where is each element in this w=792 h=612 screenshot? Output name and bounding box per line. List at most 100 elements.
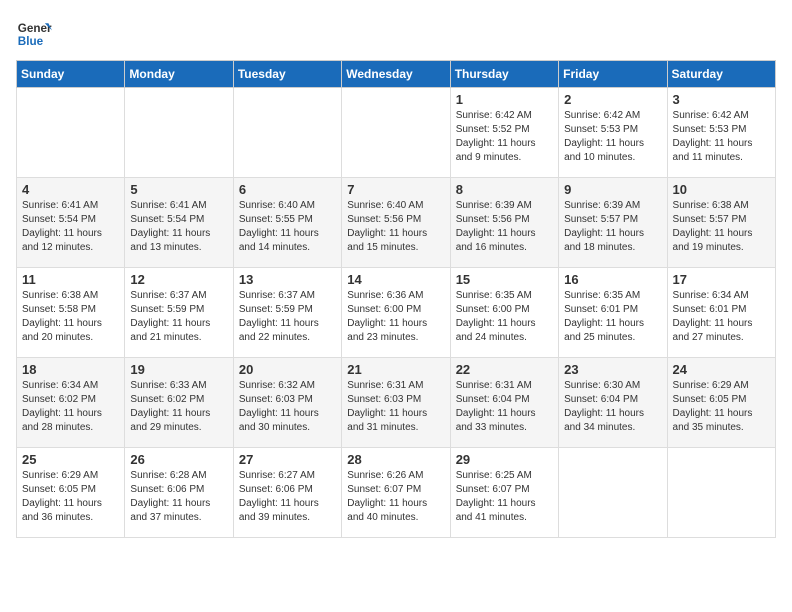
day-number: 1 bbox=[456, 92, 553, 107]
day-info: Sunrise: 6:25 AM Sunset: 6:07 PM Dayligh… bbox=[456, 469, 553, 525]
calendar-cell: 28 Sunrise: 6:26 AM Sunset: 6:07 PM Dayli… bbox=[342, 448, 450, 538]
day-number: 25 bbox=[22, 452, 119, 467]
header-sunday: Sunday bbox=[17, 61, 125, 88]
day-number: 14 bbox=[347, 272, 444, 287]
day-number: 21 bbox=[347, 362, 444, 377]
day-info: Sunrise: 6:33 AM Sunset: 6:02 PM Dayligh… bbox=[130, 379, 227, 435]
day-info: Sunrise: 6:42 AM Sunset: 5:53 PM Dayligh… bbox=[673, 109, 770, 165]
day-info: Sunrise: 6:26 AM Sunset: 6:07 PM Dayligh… bbox=[347, 469, 444, 525]
logo: General Blue bbox=[16, 16, 52, 52]
day-info: Sunrise: 6:39 AM Sunset: 5:56 PM Dayligh… bbox=[456, 199, 553, 255]
day-info: Sunrise: 6:31 AM Sunset: 6:04 PM Dayligh… bbox=[456, 379, 553, 435]
calendar-cell: 3 Sunrise: 6:42 AM Sunset: 5:53 PM Daylig… bbox=[667, 88, 775, 178]
calendar-cell: 14 Sunrise: 6:36 AM Sunset: 6:00 PM Dayli… bbox=[342, 268, 450, 358]
calendar-week-row: 11 Sunrise: 6:38 AM Sunset: 5:58 PM Dayli… bbox=[17, 268, 776, 358]
calendar-cell: 17 Sunrise: 6:34 AM Sunset: 6:01 PM Dayli… bbox=[667, 268, 775, 358]
calendar-table: Sunday Monday Tuesday Wednesday Thursday… bbox=[16, 60, 776, 538]
day-number: 5 bbox=[130, 182, 227, 197]
day-info: Sunrise: 6:32 AM Sunset: 6:03 PM Dayligh… bbox=[239, 379, 336, 435]
header-monday: Monday bbox=[125, 61, 233, 88]
calendar-cell bbox=[233, 88, 341, 178]
day-number: 9 bbox=[564, 182, 661, 197]
day-info: Sunrise: 6:27 AM Sunset: 6:06 PM Dayligh… bbox=[239, 469, 336, 525]
calendar-cell: 15Sunrise: 6:35 AM Sunset: 6:00 PM Dayli… bbox=[450, 268, 558, 358]
day-number: 16 bbox=[564, 272, 661, 287]
calendar-cell: 29 Sunrise: 6:25 AM Sunset: 6:07 PM Dayli… bbox=[450, 448, 558, 538]
calendar-cell: 1 Sunrise: 6:42 AM Sunset: 5:52 PM Daylig… bbox=[450, 88, 558, 178]
day-info: Sunrise: 6:34 AM Sunset: 6:01 PM Dayligh… bbox=[673, 289, 770, 345]
calendar-cell: 8Sunrise: 6:39 AM Sunset: 5:56 PM Daylig… bbox=[450, 178, 558, 268]
day-number: 7 bbox=[347, 182, 444, 197]
header-saturday: Saturday bbox=[667, 61, 775, 88]
day-info: Sunrise: 6:35 AM Sunset: 6:00 PM Dayligh… bbox=[456, 289, 553, 345]
calendar-cell: 2 Sunrise: 6:42 AM Sunset: 5:53 PM Daylig… bbox=[559, 88, 667, 178]
calendar-week-row: 1 Sunrise: 6:42 AM Sunset: 5:52 PM Daylig… bbox=[17, 88, 776, 178]
calendar-cell: 26Sunrise: 6:28 AM Sunset: 6:06 PM Dayli… bbox=[125, 448, 233, 538]
header-friday: Friday bbox=[559, 61, 667, 88]
calendar-cell: 22Sunrise: 6:31 AM Sunset: 6:04 PM Dayli… bbox=[450, 358, 558, 448]
header-thursday: Thursday bbox=[450, 61, 558, 88]
calendar-cell: 4 Sunrise: 6:41 AM Sunset: 5:54 PM Daylig… bbox=[17, 178, 125, 268]
day-info: Sunrise: 6:29 AM Sunset: 6:05 PM Dayligh… bbox=[673, 379, 770, 435]
day-number: 2 bbox=[564, 92, 661, 107]
calendar-cell bbox=[342, 88, 450, 178]
day-number: 4 bbox=[22, 182, 119, 197]
calendar-cell bbox=[559, 448, 667, 538]
calendar-cell: 19 Sunrise: 6:33 AM Sunset: 6:02 PM Dayli… bbox=[125, 358, 233, 448]
calendar-cell: 11 Sunrise: 6:38 AM Sunset: 5:58 PM Dayli… bbox=[17, 268, 125, 358]
calendar-cell: 7 Sunrise: 6:40 AM Sunset: 5:56 PM Daylig… bbox=[342, 178, 450, 268]
calendar-header-row: Sunday Monday Tuesday Wednesday Thursday… bbox=[17, 61, 776, 88]
calendar-cell: 9 Sunrise: 6:39 AM Sunset: 5:57 PM Daylig… bbox=[559, 178, 667, 268]
day-number: 19 bbox=[130, 362, 227, 377]
calendar-cell: 10Sunrise: 6:38 AM Sunset: 5:57 PM Dayli… bbox=[667, 178, 775, 268]
header-wednesday: Wednesday bbox=[342, 61, 450, 88]
calendar-week-row: 4 Sunrise: 6:41 AM Sunset: 5:54 PM Daylig… bbox=[17, 178, 776, 268]
day-number: 26 bbox=[130, 452, 227, 467]
day-info: Sunrise: 6:35 AM Sunset: 6:01 PM Dayligh… bbox=[564, 289, 661, 345]
day-info: Sunrise: 6:41 AM Sunset: 5:54 PM Dayligh… bbox=[130, 199, 227, 255]
calendar-cell: 6 Sunrise: 6:40 AM Sunset: 5:55 PM Daylig… bbox=[233, 178, 341, 268]
day-number: 12 bbox=[130, 272, 227, 287]
day-number: 28 bbox=[347, 452, 444, 467]
calendar-cell: 24 Sunrise: 6:29 AM Sunset: 6:05 PM Dayli… bbox=[667, 358, 775, 448]
calendar-cell: 18 Sunrise: 6:34 AM Sunset: 6:02 PM Dayli… bbox=[17, 358, 125, 448]
day-number: 10 bbox=[673, 182, 770, 197]
day-info: Sunrise: 6:39 AM Sunset: 5:57 PM Dayligh… bbox=[564, 199, 661, 255]
day-info: Sunrise: 6:42 AM Sunset: 5:52 PM Dayligh… bbox=[456, 109, 553, 165]
day-info: Sunrise: 6:38 AM Sunset: 5:58 PM Dayligh… bbox=[22, 289, 119, 345]
day-info: Sunrise: 6:40 AM Sunset: 5:56 PM Dayligh… bbox=[347, 199, 444, 255]
calendar-cell bbox=[667, 448, 775, 538]
day-info: Sunrise: 6:29 AM Sunset: 6:05 PM Dayligh… bbox=[22, 469, 119, 525]
day-number: 23 bbox=[564, 362, 661, 377]
calendar-week-row: 18 Sunrise: 6:34 AM Sunset: 6:02 PM Dayli… bbox=[17, 358, 776, 448]
calendar-cell bbox=[17, 88, 125, 178]
day-number: 17 bbox=[673, 272, 770, 287]
calendar-cell: 12 Sunrise: 6:37 AM Sunset: 5:59 PM Dayli… bbox=[125, 268, 233, 358]
day-number: 13 bbox=[239, 272, 336, 287]
day-info: Sunrise: 6:37 AM Sunset: 5:59 PM Dayligh… bbox=[130, 289, 227, 345]
header-tuesday: Tuesday bbox=[233, 61, 341, 88]
day-number: 18 bbox=[22, 362, 119, 377]
header: General Blue bbox=[16, 16, 776, 52]
day-info: Sunrise: 6:37 AM Sunset: 5:59 PM Dayligh… bbox=[239, 289, 336, 345]
day-info: Sunrise: 6:34 AM Sunset: 6:02 PM Dayligh… bbox=[22, 379, 119, 435]
calendar-cell: 20 Sunrise: 6:32 AM Sunset: 6:03 PM Dayli… bbox=[233, 358, 341, 448]
calendar-cell bbox=[125, 88, 233, 178]
calendar-cell: 21 Sunrise: 6:31 AM Sunset: 6:03 PM Dayli… bbox=[342, 358, 450, 448]
day-number: 29 bbox=[456, 452, 553, 467]
day-number: 24 bbox=[673, 362, 770, 377]
day-info: Sunrise: 6:41 AM Sunset: 5:54 PM Dayligh… bbox=[22, 199, 119, 255]
day-number: 6 bbox=[239, 182, 336, 197]
day-number: 3 bbox=[673, 92, 770, 107]
day-info: Sunrise: 6:31 AM Sunset: 6:03 PM Dayligh… bbox=[347, 379, 444, 435]
svg-text:Blue: Blue bbox=[18, 35, 44, 48]
day-number: 11 bbox=[22, 272, 119, 287]
day-info: Sunrise: 6:40 AM Sunset: 5:55 PM Dayligh… bbox=[239, 199, 336, 255]
calendar-week-row: 25 Sunrise: 6:29 AM Sunset: 6:05 PM Dayli… bbox=[17, 448, 776, 538]
calendar-cell: 5 Sunrise: 6:41 AM Sunset: 5:54 PM Daylig… bbox=[125, 178, 233, 268]
day-number: 20 bbox=[239, 362, 336, 377]
day-info: Sunrise: 6:42 AM Sunset: 5:53 PM Dayligh… bbox=[564, 109, 661, 165]
day-info: Sunrise: 6:36 AM Sunset: 6:00 PM Dayligh… bbox=[347, 289, 444, 345]
day-info: Sunrise: 6:30 AM Sunset: 6:04 PM Dayligh… bbox=[564, 379, 661, 435]
calendar-cell: 27Sunrise: 6:27 AM Sunset: 6:06 PM Dayli… bbox=[233, 448, 341, 538]
